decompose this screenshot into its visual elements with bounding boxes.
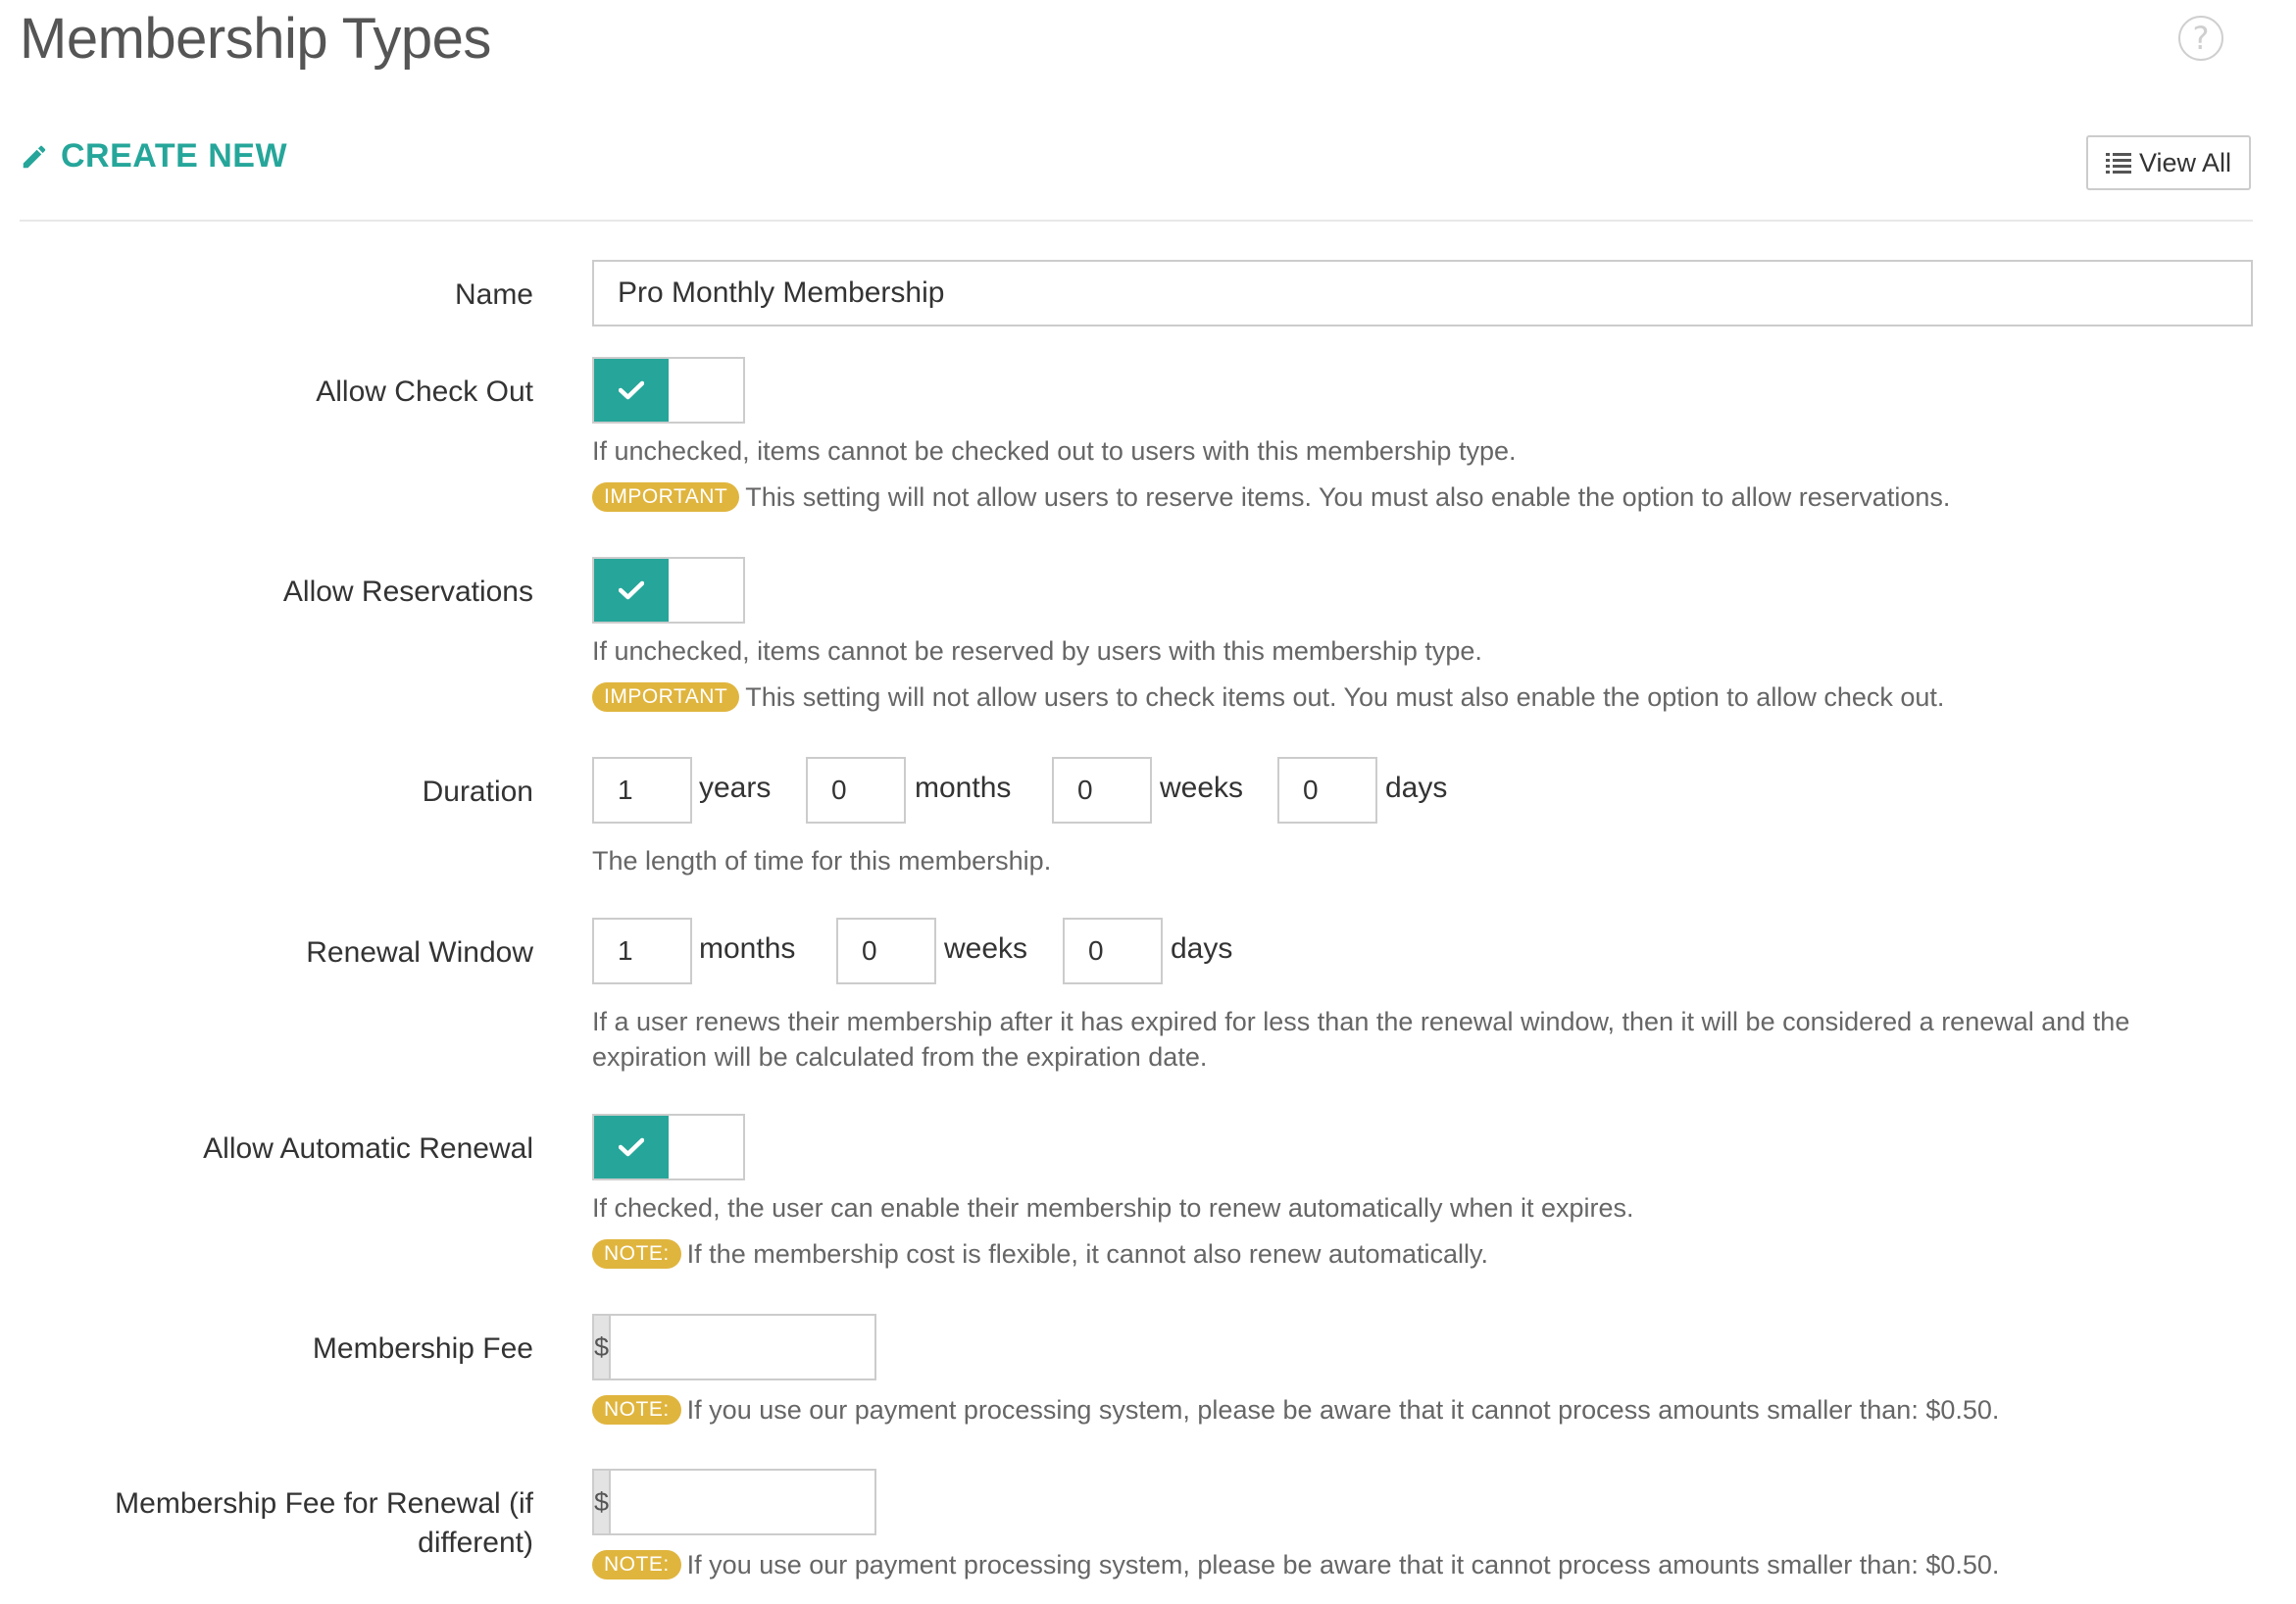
name-input[interactable] bbox=[592, 260, 2253, 326]
note-badge: NOTE: bbox=[592, 1238, 681, 1269]
renewal-fee-input[interactable] bbox=[611, 1471, 989, 1533]
membership-fee-note: NOTE: If you use our payment processing s… bbox=[592, 1392, 1999, 1428]
renewal-weeks-input[interactable] bbox=[836, 918, 936, 984]
check-icon bbox=[619, 580, 644, 600]
important-badge: IMPORTANT bbox=[592, 681, 740, 712]
allow-reservations-toggle[interactable] bbox=[592, 557, 745, 624]
membership-fee-label: Membership Fee bbox=[312, 1332, 533, 1365]
currency-addon: $ bbox=[594, 1316, 612, 1378]
note-text: If you use our payment processing system… bbox=[686, 1550, 2000, 1579]
toggle-on-state bbox=[594, 359, 669, 422]
note-text: This setting will not allow users to res… bbox=[745, 482, 1951, 512]
check-icon bbox=[619, 1137, 644, 1157]
renewal-fee-field: $ bbox=[592, 1469, 989, 1535]
allow-reservations-note: IMPORTANT This setting will not allow use… bbox=[592, 679, 1944, 715]
allow-auto-renewal-help: If checked, the user can enable their me… bbox=[592, 1193, 1634, 1223]
allow-check-out-toggle[interactable] bbox=[592, 357, 745, 424]
duration-days-input[interactable] bbox=[1277, 757, 1377, 824]
allow-auto-renewal-toggle[interactable] bbox=[592, 1114, 745, 1180]
duration-weeks-unit: weeks bbox=[1160, 772, 1244, 804]
note-badge: NOTE: bbox=[592, 1394, 681, 1425]
note-text: If you use our payment processing system… bbox=[686, 1395, 2000, 1425]
view-all-button[interactable]: View All bbox=[2086, 135, 2251, 190]
renewal-window-help: If a user renews their membership after … bbox=[592, 1007, 2130, 1072]
duration-help: The length of time for this membership. bbox=[592, 846, 1052, 876]
view-all-label: View All bbox=[2138, 147, 2232, 177]
membership-fee-input[interactable] bbox=[611, 1316, 989, 1378]
duration-months-unit: months bbox=[915, 772, 1012, 804]
renewal-months-unit: months bbox=[699, 932, 796, 965]
currency-addon: $ bbox=[594, 1471, 612, 1533]
note-text: If the membership cost is flexible, it c… bbox=[686, 1239, 1489, 1269]
important-badge: IMPORTANT bbox=[592, 481, 740, 512]
check-icon bbox=[619, 380, 644, 400]
allow-reservations-help: If unchecked, items cannot be reserved b… bbox=[592, 636, 1482, 666]
membership-fee-field: $ bbox=[592, 1314, 989, 1380]
note-text: This setting will not allow users to che… bbox=[745, 682, 1945, 712]
renewal-weeks-unit: weeks bbox=[944, 932, 1028, 965]
duration-months-input[interactable] bbox=[806, 757, 906, 824]
renewal-fee-label: Membership Fee for Renewal (if different… bbox=[115, 1487, 533, 1559]
header-divider bbox=[20, 220, 2253, 222]
note-badge: NOTE: bbox=[592, 1549, 681, 1579]
allow-check-out-help: If unchecked, items cannot be checked ou… bbox=[592, 436, 1517, 466]
list-icon bbox=[2105, 153, 2131, 174]
renewal-days-input[interactable] bbox=[1063, 918, 1163, 984]
name-label: Name bbox=[454, 278, 533, 311]
duration-days-unit: days bbox=[1385, 772, 1448, 804]
renewal-window-label: Renewal Window bbox=[306, 936, 533, 969]
allow-check-out-note: IMPORTANT This setting will not allow use… bbox=[592, 479, 1950, 515]
allow-check-out-label: Allow Check Out bbox=[316, 376, 533, 408]
renewal-days-unit: days bbox=[1171, 932, 1233, 965]
duration-weeks-input[interactable] bbox=[1052, 757, 1152, 824]
toggle-on-state bbox=[594, 559, 669, 622]
renewal-fee-note: NOTE: If you use our payment processing s… bbox=[592, 1547, 1999, 1582]
renewal-months-input[interactable] bbox=[592, 918, 692, 984]
create-new-label: CREATE NEW bbox=[61, 137, 288, 175]
create-new-header: CREATE NEW bbox=[20, 137, 287, 175]
pencil-icon bbox=[23, 145, 46, 168]
question-circle-icon[interactable]: ? bbox=[2178, 16, 2223, 61]
duration-years-unit: years bbox=[699, 772, 772, 804]
allow-reservations-label: Allow Reservations bbox=[282, 576, 533, 608]
duration-label: Duration bbox=[422, 776, 533, 808]
toggle-on-state bbox=[594, 1116, 669, 1178]
duration-years-input[interactable] bbox=[592, 757, 692, 824]
page-title: Membership Types bbox=[20, 7, 491, 71]
allow-auto-renewal-note: NOTE: If the membership cost is flexible,… bbox=[592, 1236, 1488, 1272]
allow-auto-renewal-label: Allow Automatic Renewal bbox=[203, 1132, 533, 1165]
